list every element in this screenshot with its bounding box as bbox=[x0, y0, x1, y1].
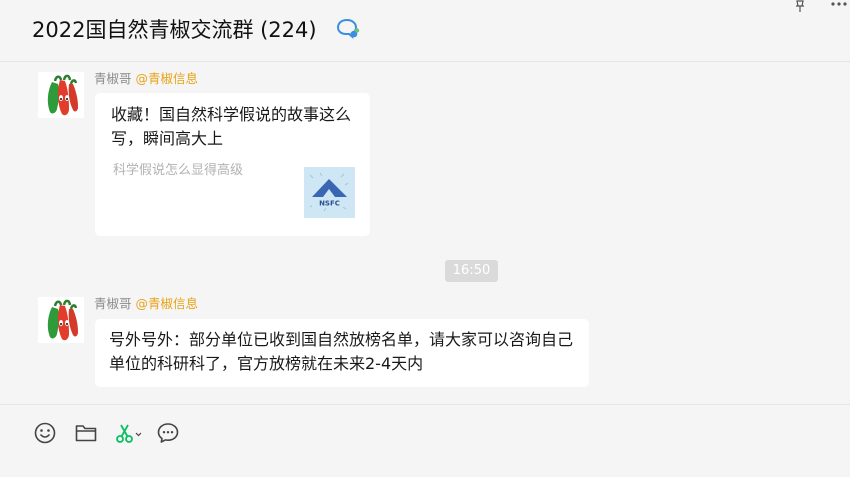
chat-icon[interactable] bbox=[156, 421, 180, 445]
sender-tag[interactable]: @青椒信息 bbox=[136, 296, 199, 311]
chat-header: 2022国自然青椒交流群 (224) bbox=[0, 0, 850, 62]
divider bbox=[0, 404, 850, 405]
thumb-label: NSFC bbox=[319, 200, 340, 208]
timestamp: 16:50 bbox=[445, 260, 498, 282]
pin-icon[interactable] bbox=[793, 0, 807, 12]
sender-name: 青椒哥 @青椒信息 bbox=[94, 293, 198, 312]
sender-name-text[interactable]: 青椒哥 bbox=[94, 71, 132, 86]
avatar[interactable] bbox=[38, 297, 84, 343]
scissors-icon[interactable] bbox=[114, 421, 142, 445]
chat-title[interactable]: 2022国自然青椒交流群 (224) bbox=[32, 14, 317, 44]
avatar[interactable] bbox=[38, 72, 84, 118]
chat-bubbles-icon[interactable] bbox=[336, 17, 360, 39]
sender-name: 青椒哥 @青椒信息 bbox=[94, 68, 198, 87]
more-icon[interactable] bbox=[828, 0, 850, 12]
card-description: 科学假说怎么显得高级 bbox=[113, 163, 244, 178]
sender-tag[interactable]: @青椒信息 bbox=[136, 71, 199, 86]
message-bubble[interactable]: 号外号外：部分单位已收到国自然放榜名单，请大家可以咨询自己单位的科研科了，官方放… bbox=[95, 319, 589, 387]
nsfc-logo-thumbnail: NSFC bbox=[304, 167, 355, 218]
emoji-icon[interactable] bbox=[33, 421, 57, 445]
sender-name-text[interactable]: 青椒哥 bbox=[94, 296, 132, 311]
message-text: 号外号外：部分单位已收到国自然放榜名单，请大家可以咨询自己单位的科研科了，官方放… bbox=[109, 330, 574, 373]
folder-icon[interactable] bbox=[74, 421, 98, 445]
link-card[interactable]: 收藏！国自然科学假说的故事这么写，瞬间高大上 科学假说怎么显得高级 NSFC bbox=[95, 93, 370, 236]
card-title: 收藏！国自然科学假说的故事这么写，瞬间高大上 bbox=[111, 105, 352, 148]
